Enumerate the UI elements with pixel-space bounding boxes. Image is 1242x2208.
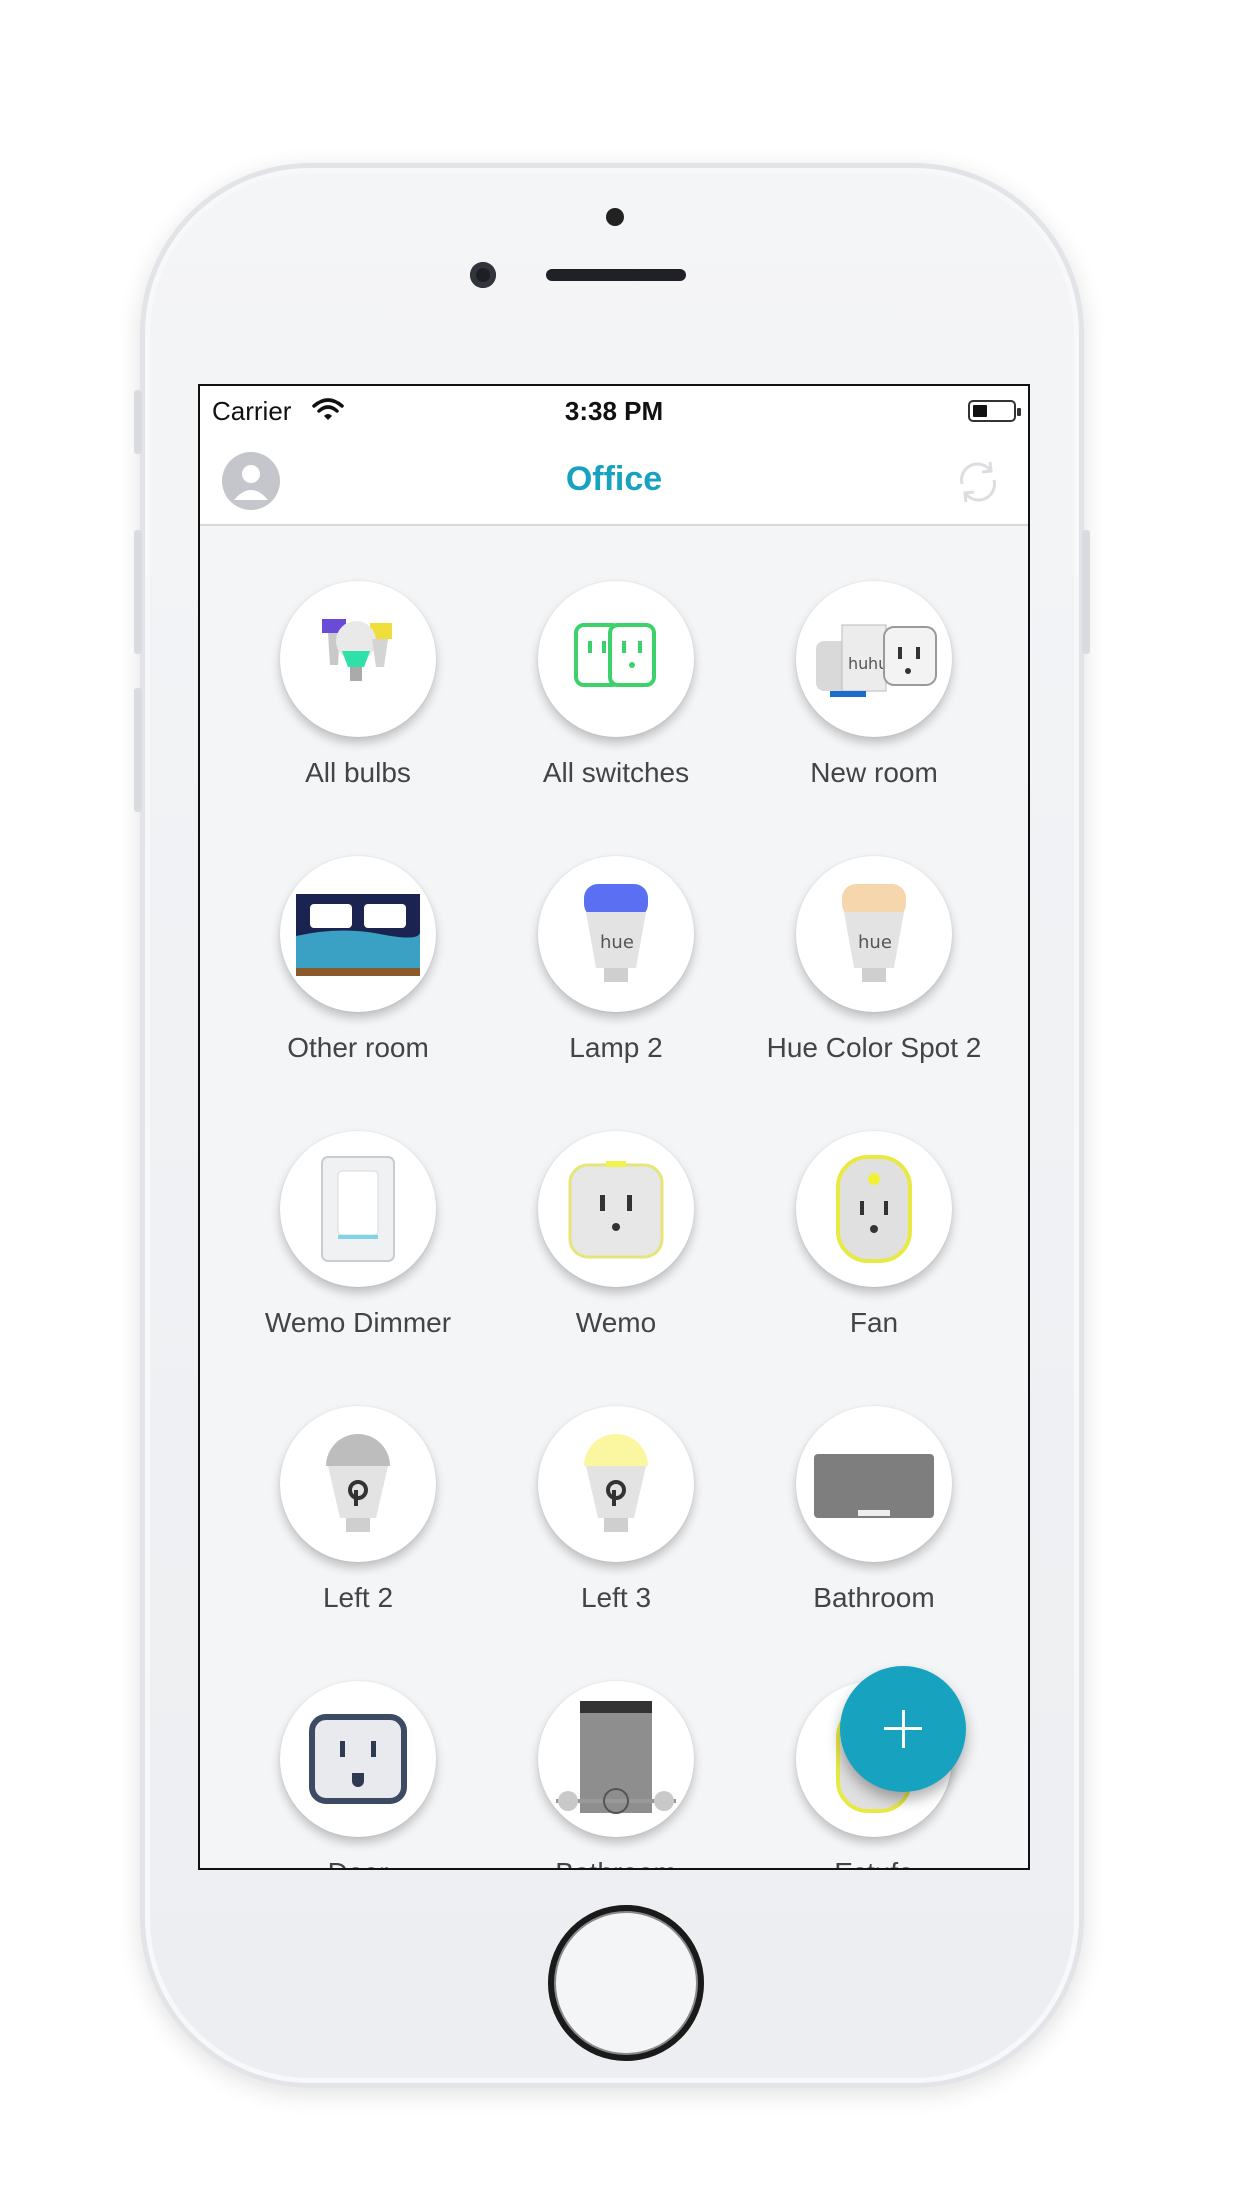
wemo-plug-icon	[538, 1131, 694, 1287]
svg-text:hue: hue	[858, 932, 892, 953]
device-tile[interactable]: Wemo Dimmer	[200, 1131, 470, 1391]
add-device-button[interactable]	[840, 1666, 966, 1792]
device-tile[interactable]: hue Lamp 2	[458, 856, 728, 1116]
device-tile[interactable]: Wemo	[458, 1131, 728, 1391]
hue-bulb-warm-icon: hue	[796, 856, 952, 1012]
battery-icon	[968, 400, 1021, 422]
device-label: Fan	[849, 1307, 899, 1338]
sonos-tall-speaker-icon	[538, 1681, 694, 1837]
device-label: Hue Color Spot 2	[766, 1032, 982, 1063]
earpiece-speaker	[546, 269, 686, 281]
device-tile[interactable]: Left 2	[200, 1406, 470, 1666]
nav-bar: Office	[200, 436, 1028, 526]
device-tile[interactable]: All bulbs	[200, 581, 470, 841]
device-tile[interactable]: Bathroom	[716, 1406, 986, 1666]
front-camera	[470, 262, 496, 288]
device-tile[interactable]: Fan	[716, 1131, 986, 1391]
svg-text:hue: hue	[600, 932, 634, 953]
hue-bulb-blue-icon: hue	[538, 856, 694, 1012]
device-tile[interactable]: All switches	[458, 581, 728, 841]
sonos-speaker-icon	[796, 1406, 952, 1562]
smart-plugs-icon	[538, 581, 694, 737]
tplink-bulb-gray-icon	[280, 1406, 436, 1562]
device-tile[interactable]: Left 3	[458, 1406, 728, 1666]
wall-dimmer-icon	[280, 1131, 436, 1287]
device-tile[interactable]: hue Hue Color Spot 2	[716, 856, 986, 1116]
tplink-bulb-yellow-icon	[538, 1406, 694, 1562]
home-button[interactable]	[548, 1905, 704, 2061]
device-label: Estufa	[716, 1857, 1028, 1868]
volume-down-button	[134, 688, 142, 812]
status-time: 3:38 PM	[564, 396, 664, 426]
bed-icon	[280, 856, 436, 1012]
plus-icon	[884, 1710, 922, 1748]
multi-bulb-icon	[280, 581, 436, 737]
plug-yellow-icon	[796, 1131, 952, 1287]
proximity-sensor	[606, 208, 624, 226]
devices-collage-icon: hu hue	[796, 581, 952, 737]
page-title: Office	[565, 460, 663, 498]
device-tile[interactable]: Bathroom	[458, 1681, 728, 1868]
device-tile[interactable]: hu hue New room	[716, 581, 986, 841]
power-button	[1082, 530, 1090, 654]
refresh-icon[interactable]	[950, 454, 1006, 510]
mute-switch	[134, 390, 142, 454]
device-tile[interactable]: Other room	[200, 856, 470, 1116]
device-tile[interactable]: Door	[200, 1681, 470, 1868]
outlet-icon	[280, 1681, 436, 1837]
status-bar: Carrier 3:38 PM	[200, 386, 1028, 436]
device-label: Bathroom	[813, 1582, 935, 1613]
volume-up-button	[134, 530, 142, 654]
app-screen: Carrier 3:38 PM Office All bulbs All swi…	[198, 384, 1030, 1870]
device-label: New room	[810, 757, 938, 788]
svg-text:hu: hu	[848, 654, 868, 673]
